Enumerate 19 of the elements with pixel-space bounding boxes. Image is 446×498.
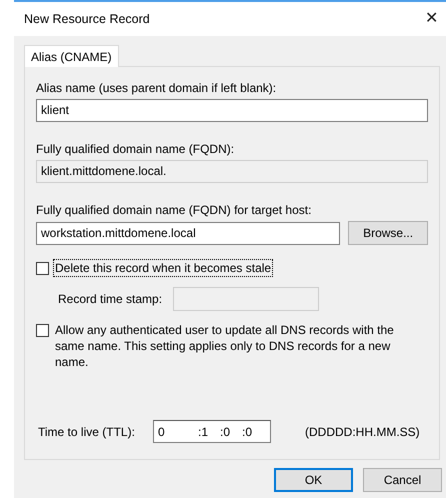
field-label: Time to live (TTL):	[38, 424, 136, 438]
dialog-button[interactable]: Cancel	[363, 468, 442, 492]
checkbox[interactable]	[36, 324, 49, 337]
checkbox[interactable]	[36, 262, 49, 275]
field-label: Fully qualified domain name (FQDN):	[36, 142, 236, 156]
window-title: New Resource Record	[24, 12, 150, 26]
dialog-button[interactable]: OK	[274, 468, 353, 492]
checkbox-label: Delete this record when it becomes stale	[53, 259, 274, 277]
format-hint: (DDDDD:HH.MM.SS)	[305, 424, 420, 438]
field-label: Alias name (uses parent domain if left blank):	[36, 81, 278, 95]
field-label: Fully qualified domain name (FQDN) for target host:	[36, 203, 312, 217]
input-field[interactable]: klient	[36, 99, 428, 122]
input-field[interactable]: 0 :1 :0 :0	[153, 420, 271, 443]
browse-button[interactable]: Browse...	[348, 221, 428, 245]
input-field[interactable]: workstation.mittdomene.local	[36, 222, 340, 244]
checkbox-label: Allow any authenticated user to update all DNS records with the same name. This setting applies only to DNS records for a new name.	[54, 322, 395, 371]
field-label: Record time stamp:	[57, 292, 164, 306]
close-button[interactable]: ✕	[423, 9, 440, 29]
tab[interactable]: Alias (CNAME)	[24, 45, 119, 67]
